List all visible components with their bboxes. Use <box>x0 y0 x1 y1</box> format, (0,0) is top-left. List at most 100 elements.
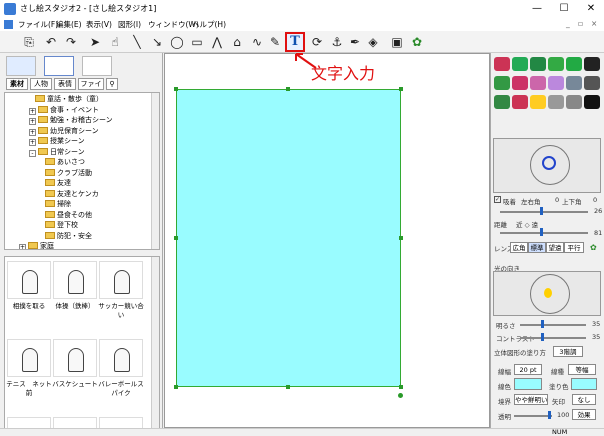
minimize-button[interactable]: — <box>524 0 550 18</box>
tree-item[interactable]: クラブ活動 <box>45 168 92 179</box>
tree-item[interactable]: 友達 <box>45 178 71 189</box>
tree-item[interactable]: 童話・散歩（童） <box>35 94 103 105</box>
tab-expression[interactable]: 表情 <box>54 78 76 90</box>
tree-item[interactable]: 登下校 <box>45 220 78 231</box>
search-icon[interactable]: ⚲ <box>106 78 118 90</box>
shape-swatch-icon[interactable] <box>512 57 528 71</box>
tree-item[interactable]: 掃除 <box>45 199 71 210</box>
tree-item[interactable]: 防犯・安全 <box>45 231 92 242</box>
opacity-slider[interactable] <box>514 415 552 417</box>
copy-icon[interactable]: ⎘ <box>20 33 38 51</box>
arrow-select[interactable]: なし <box>572 394 596 405</box>
brightness-slider[interactable] <box>520 324 586 326</box>
tree-scrollbar[interactable] <box>151 93 159 249</box>
tree-item[interactable]: + 食事・イベント <box>29 105 99 116</box>
clipart-thumbnail[interactable] <box>53 261 97 299</box>
menu-help[interactable]: ヘルプ(H) <box>192 19 226 30</box>
bulb-icon[interactable] <box>544 288 552 298</box>
expand-toggle-icon[interactable]: + <box>29 118 36 125</box>
material-tree[interactable]: 童話・散歩（童） + 食事・イベント + 勉強・お稽古シーン + 幼児保育シーン + 授業シーン… <box>4 92 160 250</box>
person-tab-icon[interactable] <box>6 56 36 76</box>
ellipse-tool-icon[interactable]: ◯ <box>168 33 186 51</box>
clipart-thumbnail[interactable] <box>99 339 143 377</box>
thumbnail-grid[interactable]: 相撲を取る 体操（鉄棒） サッカー競い合い テニス ネット前 バスケシュート バレーボール… <box>4 256 160 436</box>
close-button[interactable]: ✕ <box>578 0 604 18</box>
shape-swatch-icon[interactable] <box>548 95 564 109</box>
expand-toggle-icon[interactable]: + <box>29 128 36 136</box>
clipart-thumbnail[interactable] <box>7 261 51 299</box>
line-type-select[interactable]: 等幅 <box>568 364 596 375</box>
shape-swatch-icon[interactable] <box>494 57 510 71</box>
distance-slider-thumb[interactable] <box>540 228 543 236</box>
arrow-line-icon[interactable]: ↘ <box>148 33 166 51</box>
rotate-handle[interactable] <box>398 393 403 398</box>
mdi-minimize-icon[interactable]: _ <box>566 19 570 28</box>
lens-settings-icon[interactable]: ✿ <box>590 243 597 252</box>
shape-swatch-icon[interactable] <box>530 95 546 109</box>
expand-toggle-icon[interactable]: + <box>29 107 36 115</box>
shape-swatch-icon[interactable] <box>512 95 528 109</box>
tree-item[interactable]: + 幼児保育シーン <box>29 126 99 137</box>
thumb-scrollbar[interactable] <box>151 257 159 435</box>
opacity-slider-thumb[interactable] <box>548 411 551 419</box>
pointer-icon[interactable]: ➤ <box>86 33 104 51</box>
line-color-swatch[interactable] <box>514 378 542 390</box>
tree-item[interactable]: + 授業シーン <box>29 136 85 147</box>
people-tab-icon[interactable] <box>82 56 112 76</box>
tree-item[interactable]: 昼食その他 <box>45 210 92 221</box>
shape-swatch-icon[interactable] <box>530 57 546 71</box>
anchor-icon[interactable]: ⚓ <box>328 33 346 51</box>
image-icon[interactable]: ▣ <box>388 33 406 51</box>
shape-swatch-icon[interactable] <box>548 57 564 71</box>
group-tab-icon[interactable] <box>44 56 74 76</box>
eyedropper-icon[interactable]: ✒ <box>346 33 364 51</box>
effect-button[interactable]: 効果 <box>572 409 596 420</box>
tree-item[interactable]: 友達とケンカ <box>45 189 99 200</box>
contrast-slider-thumb[interactable] <box>541 333 544 341</box>
tree-item[interactable]: + 勉強・お稽古シーン <box>29 115 113 126</box>
contrast-slider[interactable] <box>520 337 586 339</box>
shape-swatch-icon[interactable] <box>548 76 564 90</box>
tab-file[interactable]: ファイル <box>78 78 104 99</box>
resize-handle[interactable] <box>174 87 178 91</box>
redo-icon[interactable]: ↷ <box>62 33 80 51</box>
shape-swatch-icon[interactable] <box>584 57 600 71</box>
expand-toggle-icon[interactable]: - <box>29 149 36 157</box>
snap-checkbox[interactable]: ✓ <box>494 196 501 203</box>
expand-toggle-icon[interactable]: + <box>29 139 36 146</box>
lens-standard-button[interactable]: 標準 <box>528 242 546 253</box>
camera-view[interactable] <box>493 138 601 193</box>
resize-handle[interactable] <box>399 87 403 91</box>
line-width-select[interactable]: 20 pt <box>514 364 542 375</box>
menu-shape[interactable]: 図形(I) <box>118 19 141 30</box>
clipart-thumbnail[interactable] <box>7 339 51 377</box>
lens-tele-button[interactable]: 望遠 <box>546 242 564 253</box>
freehand-icon[interactable]: ✎ <box>266 33 284 51</box>
lens-parallel-button[interactable]: 平行 <box>564 242 584 253</box>
line-tool-icon[interactable]: ╲ <box>128 33 146 51</box>
shape-swatch-icon[interactable] <box>584 76 600 90</box>
expand-toggle-icon[interactable]: + <box>19 244 26 249</box>
menu-edit[interactable]: 編集(E) <box>56 19 82 30</box>
shape-swatch-icon[interactable] <box>566 76 582 90</box>
shape-swatch-icon[interactable] <box>566 57 582 71</box>
shape-swatch-icon[interactable] <box>512 76 528 90</box>
shape-swatch-icon[interactable] <box>530 76 546 90</box>
border-select[interactable]: やや鮮明い <box>514 394 548 405</box>
rectangle-shape[interactable] <box>176 89 401 387</box>
tree-item[interactable]: あいさつ <box>45 157 85 168</box>
clipart-thumbnail[interactable] <box>53 339 97 377</box>
lens-wide-button[interactable]: 広角 <box>510 242 528 253</box>
tab-person[interactable]: 人物 <box>30 78 52 90</box>
clipart-thumbnail[interactable] <box>99 261 143 299</box>
distance-slider[interactable] <box>500 232 588 234</box>
menu-view[interactable]: 表示(V) <box>86 19 112 30</box>
rect-tool-icon[interactable]: ▭ <box>188 33 206 51</box>
shape-swatch-icon[interactable] <box>494 76 510 90</box>
angle-slider[interactable] <box>500 211 588 213</box>
shape-swatch-icon[interactable] <box>566 95 582 109</box>
resize-handle[interactable] <box>399 385 403 389</box>
resize-handle[interactable] <box>399 236 403 240</box>
text-tool-button[interactable]: T <box>285 32 305 52</box>
shape-swatch-icon[interactable] <box>494 95 510 109</box>
